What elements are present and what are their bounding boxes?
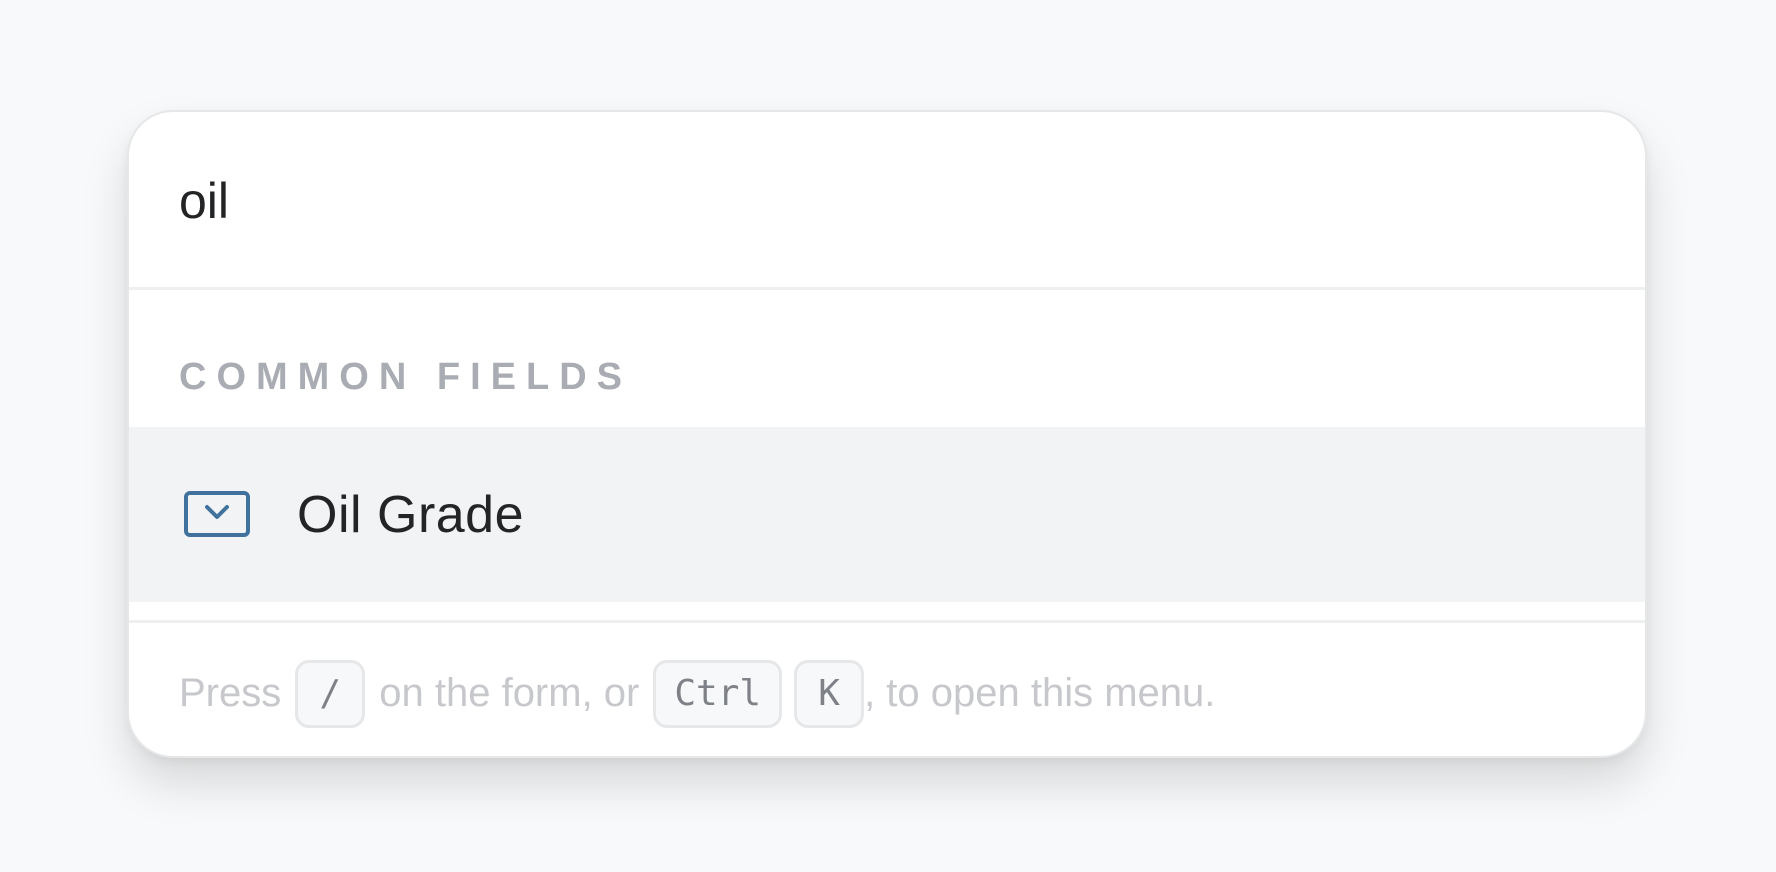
slash-key: /	[295, 659, 366, 728]
search-input[interactable]	[179, 171, 1559, 230]
command-menu: COMMON FIELDS Oil Grade Press / on the f…	[127, 110, 1647, 758]
search-row	[129, 112, 1645, 290]
dropdown-field-icon	[183, 490, 251, 540]
hint-middle: on the form, or	[379, 671, 640, 715]
hint-prefix: Press	[179, 671, 282, 715]
section-heading: COMMON FIELDS	[179, 356, 632, 398]
k-key: K	[794, 659, 865, 728]
ctrl-key: Ctrl	[653, 659, 783, 728]
result-option-oil-grade[interactable]: Oil Grade	[129, 427, 1645, 602]
result-option-label: Oil Grade	[297, 485, 525, 544]
hint-suffix: , to open this menu.	[864, 671, 1216, 715]
footer-hint: Press / on the form, or Ctrl K , to open…	[129, 620, 1645, 756]
